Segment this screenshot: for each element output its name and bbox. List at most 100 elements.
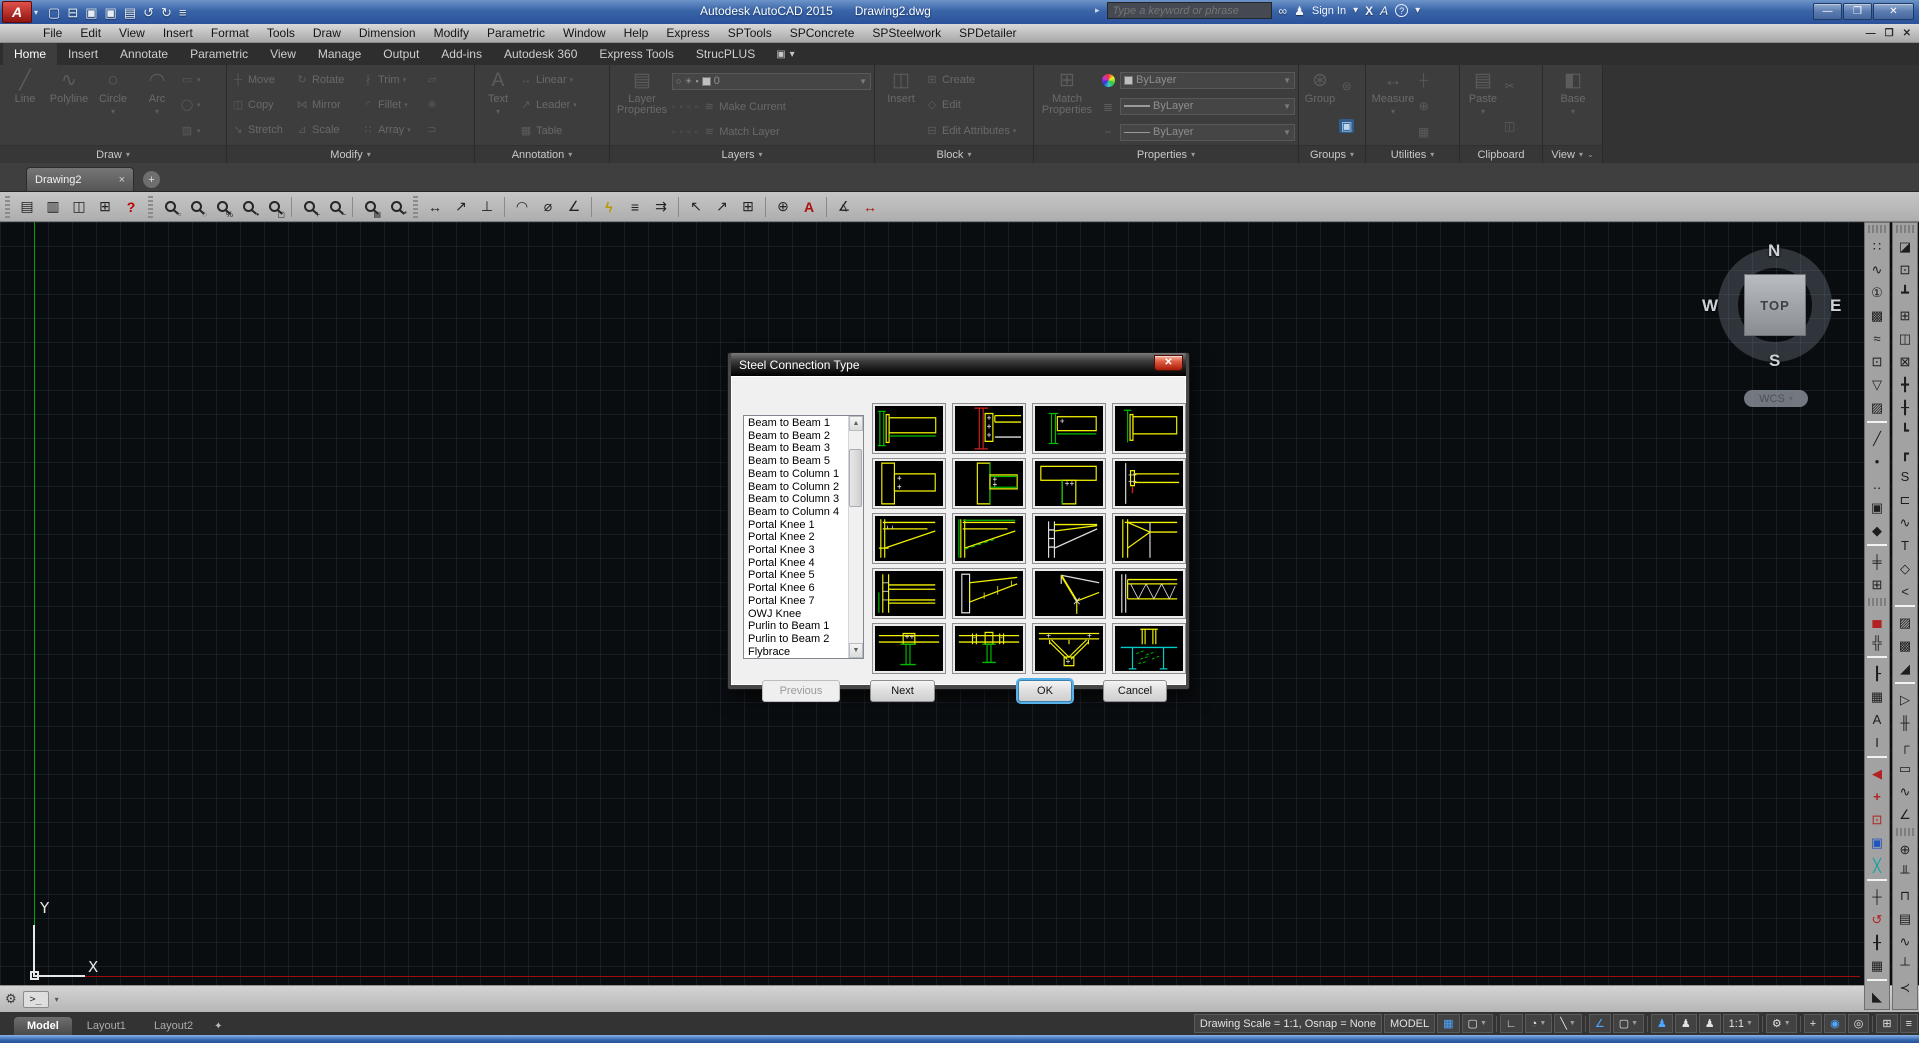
thumbnail-beam-to-column-2[interactable] (953, 459, 1025, 508)
snap-mode-button[interactable]: ▢▼ (1462, 1014, 1493, 1033)
dim-aligned-button[interactable]: ↗ (449, 195, 473, 219)
double-point-icon[interactable]: ‥ (1873, 477, 1882, 493)
copy-clip-icon[interactable]: ◫ (1504, 119, 1515, 133)
thumbnail-beam-to-column-1[interactable] (873, 459, 945, 508)
circle-button[interactable]: ○Circle▾ (92, 68, 134, 144)
toolbar-grip[interactable] (1896, 828, 1914, 836)
ortho-mode-button[interactable]: ∟ (1500, 1014, 1523, 1033)
isometric-drafting-button[interactable]: ╲▼ (1554, 1014, 1582, 1033)
layer-lock-icon[interactable]: ▫ (695, 102, 699, 113)
edit-button[interactable]: ◇Edit (925, 99, 1030, 112)
dim-baseline-button[interactable]: ≡ (623, 195, 647, 219)
zoom-extents-button[interactable]: * (384, 195, 408, 219)
dim-ordinate-button[interactable]: ⊥ (475, 195, 499, 219)
break-symbol-button[interactable]: ∿ (1865, 258, 1889, 281)
tee-joint-icon[interactable]: ┴ (1900, 957, 1909, 972)
dim-continue-icon[interactable]: ⇉ (655, 198, 667, 215)
help-icon[interactable]: ? (1395, 4, 1408, 17)
beam-section-icon[interactable]: ╂ (1873, 935, 1881, 951)
purlin-z-button[interactable]: ∿ (1893, 511, 1917, 534)
box-dot-icon[interactable]: ⊡ (1872, 812, 1883, 828)
list-item[interactable]: Beam to Column 3 (748, 493, 848, 506)
center-mark-button[interactable]: ⊕ (771, 195, 795, 219)
toolbar-grip[interactable] (5, 196, 10, 218)
customization-menu-button[interactable]: ≡ (1900, 1014, 1918, 1033)
brace-diamond-button[interactable]: ◇ (1893, 557, 1917, 580)
new-tab-button[interactable]: + (143, 171, 160, 188)
list-item[interactable]: Beam to Beam 3 (748, 442, 848, 455)
thumbnail-flybrace-plan[interactable] (1113, 624, 1185, 673)
bolt-target-button[interactable]: ⊕ (1893, 838, 1917, 861)
fillet-button[interactable]: ◜Fillet▾ (361, 99, 425, 112)
dim-linear-icon[interactable]: ↔ (428, 199, 442, 215)
chevron-down-icon[interactable]: ▾ (55, 995, 59, 1004)
layer-thaw-icon[interactable]: ▫ (687, 127, 691, 138)
snap-mode-icon[interactable]: ▢ (1468, 1017, 1478, 1030)
leader-icon[interactable]: ↗ (716, 198, 728, 215)
linear-button[interactable]: ↔Linear▾ (519, 74, 606, 87)
thumbnail-beam-to-column-4[interactable] (1113, 459, 1185, 508)
corner-shade-icon[interactable]: ◪ (1899, 239, 1911, 255)
thumbnail-beam-to-beam-2[interactable] (953, 404, 1025, 453)
annotation-scale-button[interactable]: 1:1▼ (1723, 1014, 1759, 1033)
annotation-monitor-button[interactable]: ♟ (1699, 1014, 1721, 1033)
schedule-grid-icon[interactable]: ▦ (1871, 689, 1883, 705)
angle-l-button[interactable]: ┗ (1893, 419, 1917, 442)
corner-angle-icon[interactable]: ┌ (1900, 738, 1909, 753)
tab-parametric[interactable]: Parametric (179, 43, 259, 65)
ok-button[interactable]: OK (1018, 680, 1072, 702)
group-edit-icon[interactable]: ▣ (1339, 119, 1354, 133)
squiggle-icon[interactable]: ∿ (1900, 934, 1911, 950)
thumbnail-purlin-to-beam-2[interactable] (953, 624, 1025, 673)
sketch-line-icon[interactable]: ╱ (1873, 431, 1881, 447)
sketch-line-button[interactable]: ╱ (1865, 427, 1889, 450)
zoom-dynamic-button[interactable]: ◌ (184, 195, 208, 219)
osnap-settings-button[interactable]: ▢▼ (1613, 1014, 1644, 1033)
redo-icon[interactable]: ↻ (161, 6, 172, 19)
slope-triangle-button[interactable]: ◢ (1893, 657, 1917, 680)
panel-title-modify[interactable]: Modify▾ (227, 145, 474, 163)
plot-preview-icon[interactable]: ▥ (46, 198, 59, 215)
zoom-center-button[interactable]: • (236, 195, 260, 219)
materials-book-icon[interactable]: ▄ (1872, 612, 1881, 627)
menu-insert[interactable]: Insert (154, 25, 202, 41)
new-layout-button[interactable]: ✦ (208, 1018, 228, 1035)
file-tab-drawing2[interactable]: Drawing2 × (26, 167, 134, 191)
a360-icon[interactable]: A (1380, 4, 1388, 18)
help-icon[interactable]: ? (127, 199, 136, 215)
group-button[interactable]: ⊛ Group (1303, 68, 1337, 144)
polar-tracking-button[interactable]: ◔▼ (1525, 1014, 1553, 1033)
grid-display-button[interactable]: ▦ (1437, 1014, 1459, 1033)
portal-frame-button[interactable]: ⊓ (1893, 884, 1917, 907)
line-button[interactable]: ╱Line (4, 68, 46, 144)
modify-extra-button[interactable]: ⊃ (425, 124, 445, 137)
thumbnail-beam-to-beam-3[interactable] (1033, 404, 1105, 453)
portal-frame-icon[interactable]: ⊓ (1900, 888, 1910, 904)
layer-isolate-icon[interactable]: ▫ (680, 102, 684, 113)
lineweight-list-icon[interactable]: ≣ (1103, 100, 1113, 114)
double-point-button[interactable]: ‥ (1865, 473, 1889, 496)
menu-modify[interactable]: Modify (425, 25, 478, 41)
purlin-z-icon[interactable]: ∿ (1900, 515, 1911, 531)
workspace-gear-icon[interactable]: ⚙ (1772, 1017, 1782, 1030)
dim-linear-button[interactable]: ↔ (423, 195, 447, 219)
zoom-window-button[interactable]: ▫ (158, 195, 182, 219)
lineweight-combo[interactable]: ByLayer▼ (1120, 98, 1295, 115)
connection-type-list[interactable]: Beam to Beam 1Beam to Beam 2Beam to Beam… (743, 415, 864, 659)
plot-preview-button[interactable]: ▥ (41, 195, 65, 219)
table-button[interactable]: ▦Table (519, 125, 606, 138)
grid-cross-button[interactable]: ╬ (1865, 631, 1889, 654)
dim-text-angle-button[interactable]: ∡ (832, 195, 856, 219)
quick-select-icon[interactable]: ┼ (1419, 73, 1428, 87)
h-column-icon[interactable]: ╫ (1900, 715, 1909, 730)
column-base-button[interactable]: ┻ (1893, 281, 1917, 304)
grid-points-icon[interactable]: ∷ (1873, 239, 1881, 255)
save-as-icon[interactable]: ▣ (105, 6, 117, 19)
viewcube-north[interactable]: N (1768, 241, 1780, 261)
panel-title-properties[interactable]: Properties▾ (1034, 145, 1298, 163)
open-icon[interactable]: ⊟ (67, 6, 78, 19)
graphics-performance-icon[interactable]: ◉ (1830, 1017, 1840, 1030)
hatch-dense-button[interactable]: ▩ (1893, 634, 1917, 657)
dim-baseline-icon[interactable]: ≡ (631, 199, 639, 215)
diamond-icon[interactable]: ◆ (1872, 523, 1882, 539)
